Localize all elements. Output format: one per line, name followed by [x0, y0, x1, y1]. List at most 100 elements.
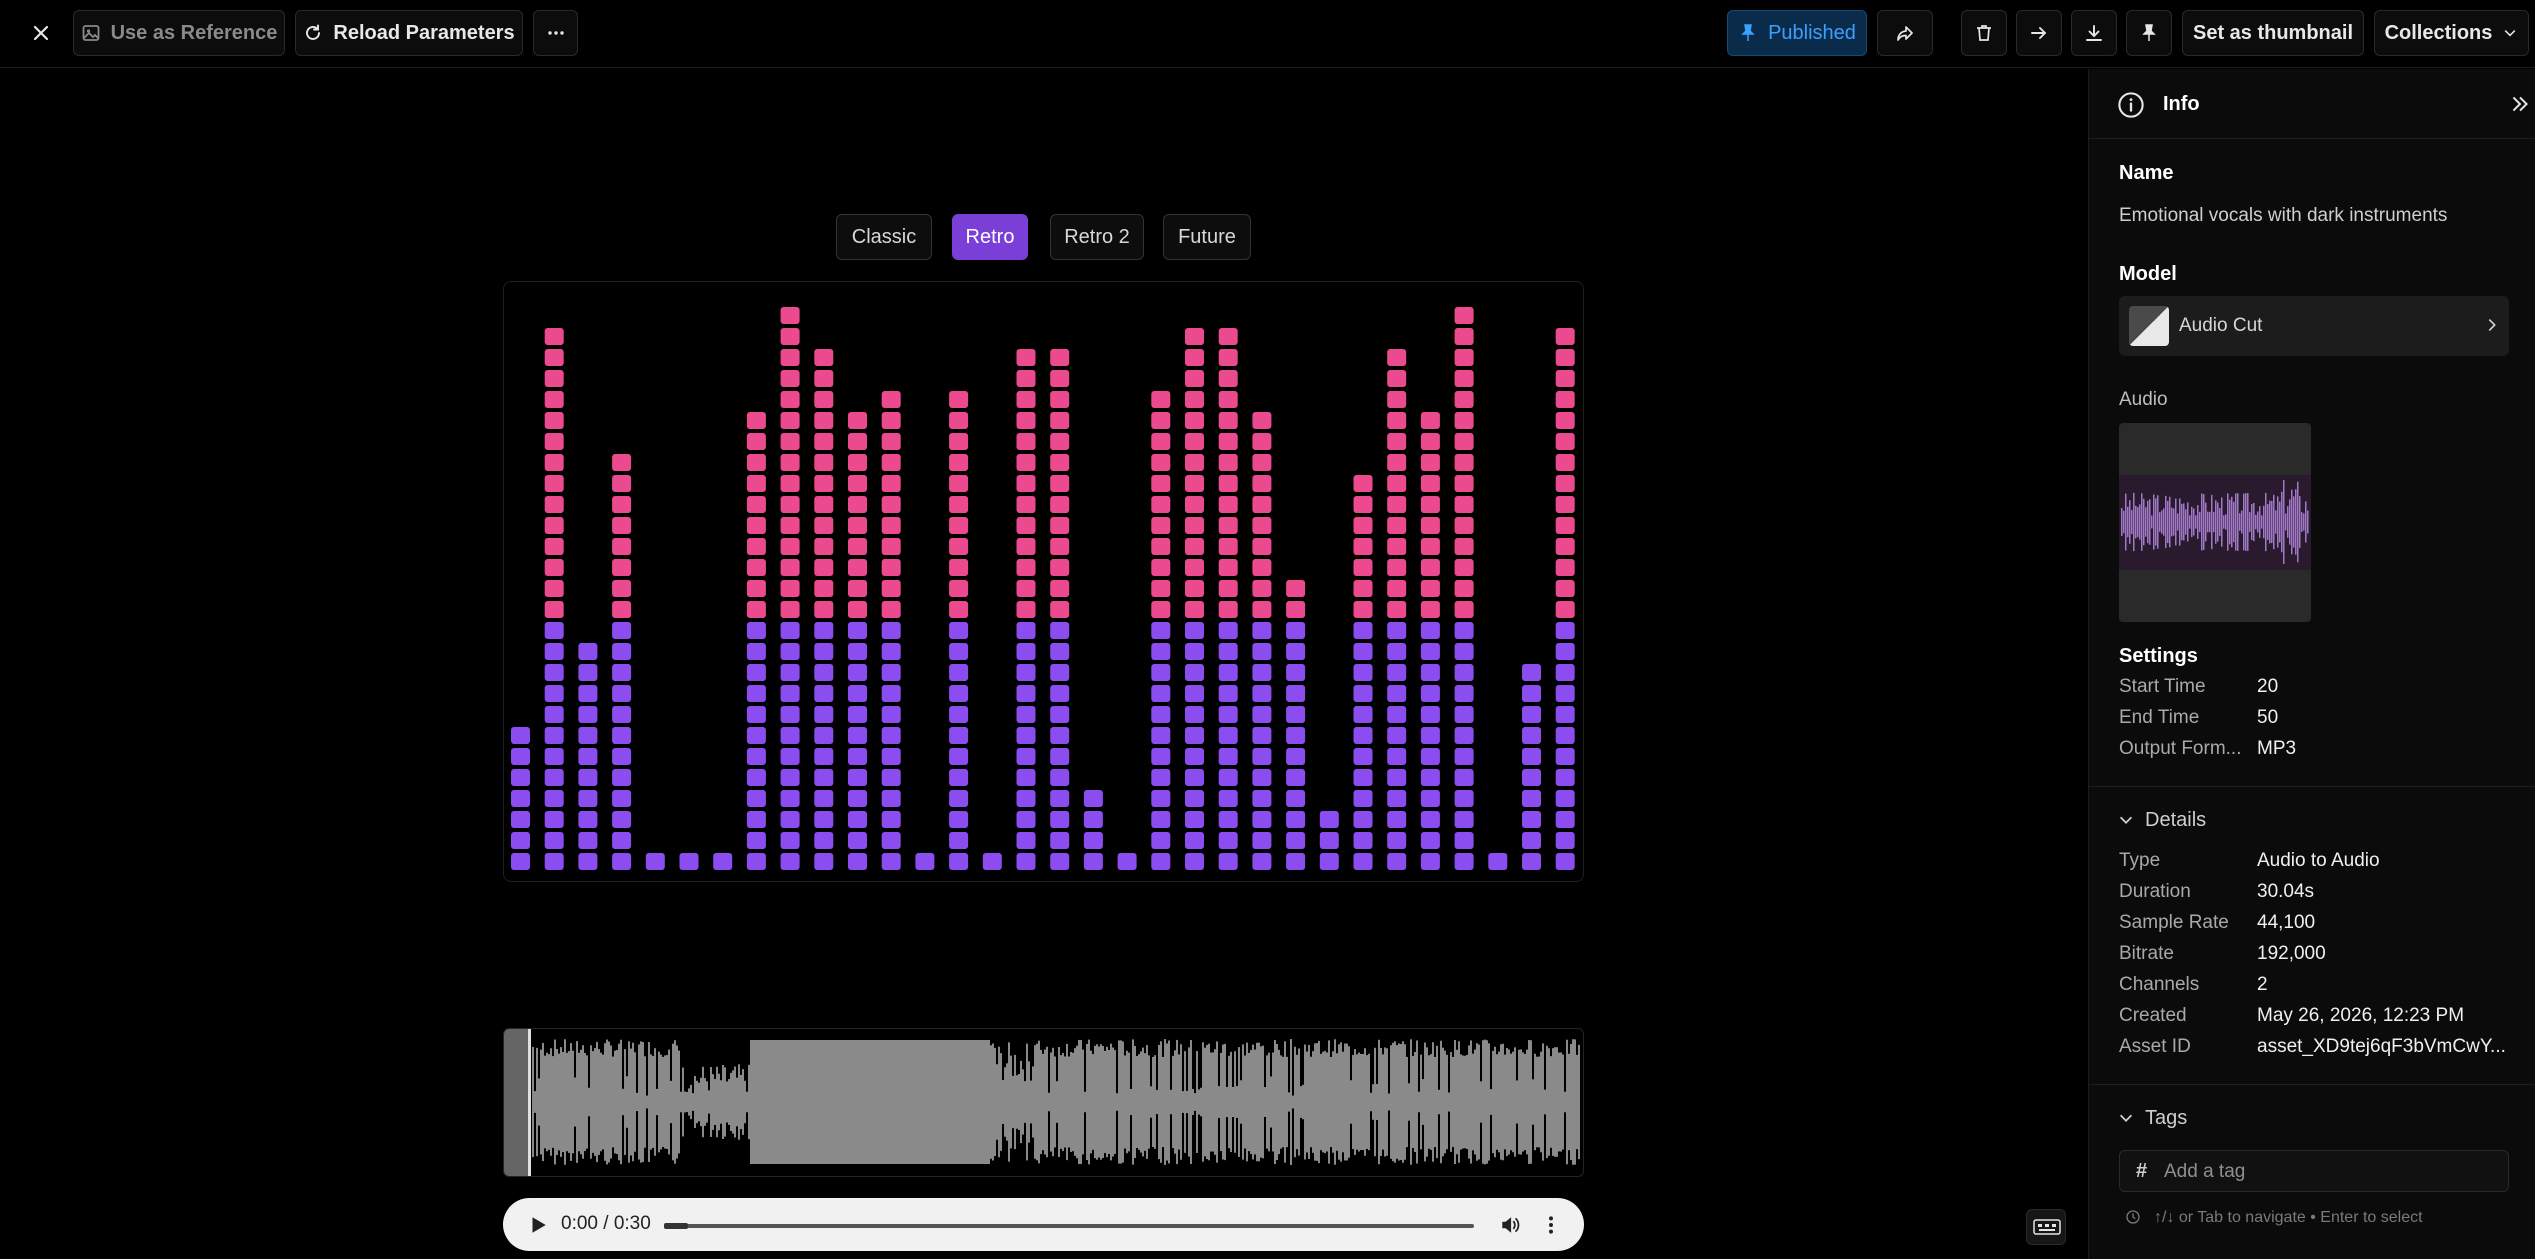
waveform-sample — [548, 1054, 550, 1150]
share-button[interactable] — [1877, 10, 1933, 56]
waveform-sample — [1304, 1044, 1306, 1160]
thumbnail-sample — [2161, 510, 2163, 534]
bar-segment — [1353, 559, 1373, 576]
bar-segment — [511, 727, 530, 744]
waveform-sample — [682, 1067, 684, 1137]
waveform-sample — [672, 1043, 674, 1161]
waveform-sample — [1230, 1051, 1232, 1153]
volume-icon[interactable] — [1499, 1214, 1521, 1236]
reload-parameters-button[interactable]: Reload Parameters — [295, 10, 523, 56]
bar-segment — [949, 391, 969, 408]
trim-handle-start[interactable] — [504, 1029, 528, 1176]
bar-segment — [1218, 580, 1238, 597]
thumbnail-sample — [2243, 493, 2245, 551]
collections-button[interactable]: Collections — [2374, 10, 2529, 56]
bar-segment — [544, 496, 564, 513]
waveform-sample — [1326, 1052, 1328, 1152]
add-tag-input[interactable]: # Add a tag — [2119, 1150, 2509, 1192]
set-as-thumbnail-button[interactable]: Set as thumbnail — [2182, 10, 2364, 56]
bar-segment — [1050, 685, 1070, 702]
waveform-sample — [1206, 1044, 1208, 1160]
detail-value: May 26, 2026, 12:23 PM — [2257, 1005, 2465, 1026]
close-button[interactable] — [18, 10, 64, 56]
bar-segment — [881, 664, 901, 681]
visualizer-bar — [544, 328, 564, 870]
keyboard-shortcuts-button[interactable] — [2026, 1209, 2066, 1245]
tab-classic[interactable]: Classic — [836, 214, 932, 260]
audio-thumbnail[interactable] — [2119, 423, 2311, 622]
use-as-reference-button[interactable]: Use as Reference — [73, 10, 285, 56]
bar-segment — [1454, 538, 1474, 555]
bar-segment — [848, 748, 867, 765]
tab-retro[interactable]: Retro — [952, 214, 1028, 260]
bar-segment — [1151, 790, 1171, 807]
bar-segment — [1151, 580, 1171, 597]
bar-segment — [881, 412, 901, 429]
playhead[interactable] — [528, 1029, 531, 1176]
bar-segment — [949, 622, 969, 639]
waveform-sample — [836, 1040, 838, 1164]
thumbnail-sample — [2227, 493, 2229, 551]
bar-segment — [544, 454, 564, 471]
bar-segment — [780, 790, 800, 807]
waveform-sample — [942, 1040, 944, 1164]
tab-retro-2[interactable]: Retro 2 — [1050, 214, 1144, 260]
bar-segment — [578, 685, 598, 702]
panel-title: Info — [2163, 93, 2200, 115]
waveform-sample — [1134, 1045, 1136, 1159]
waveform-sample — [598, 1049, 600, 1155]
waveform-sample — [790, 1040, 792, 1164]
bar-segment — [746, 748, 766, 765]
waveform-sample — [1196, 1051, 1198, 1153]
tags-section-toggle[interactable]: Tags — [2115, 1103, 2235, 1133]
bar-segment — [949, 664, 969, 681]
bar-segment — [1387, 622, 1407, 639]
waveform-sample — [1184, 1051, 1186, 1153]
bar-segment — [848, 853, 867, 870]
waveform-sample — [1022, 1069, 1024, 1135]
waveform-sample — [618, 1043, 620, 1161]
details-section-toggle[interactable]: Details — [2115, 805, 2235, 835]
bar-segment — [544, 832, 564, 849]
bar-segment — [713, 853, 733, 870]
waveform-sample — [994, 1047, 996, 1157]
waveform-sample — [1320, 1053, 1322, 1151]
bar-segment — [881, 622, 901, 639]
thumbnail-sample — [2285, 513, 2287, 531]
waveform-sample — [808, 1040, 810, 1164]
thumbnail-sample — [2263, 505, 2265, 539]
published-button[interactable]: Published — [1727, 10, 1867, 56]
bar-segment — [1016, 454, 1036, 471]
bar-segment — [780, 727, 800, 744]
play-icon[interactable] — [527, 1214, 549, 1236]
waveform-sample — [860, 1040, 862, 1164]
visualizer-bar — [848, 412, 867, 870]
waveform-sample — [536, 1047, 538, 1157]
model-selector[interactable]: Audio Cut — [2119, 296, 2509, 356]
bar-segment — [1050, 622, 1070, 639]
bar-segment — [780, 853, 800, 870]
download-button[interactable] — [2071, 10, 2117, 56]
thumbnail-sample — [2251, 504, 2253, 540]
collapse-panel-icon[interactable] — [2509, 93, 2531, 115]
seek-bar[interactable] — [664, 1223, 1474, 1229]
bar-segment — [1083, 832, 1103, 849]
bar-segment — [881, 706, 901, 723]
more-options-button[interactable] — [533, 10, 578, 56]
waveform-trimmer[interactable] — [503, 1028, 1584, 1177]
waveform-sample — [1234, 1051, 1236, 1153]
waveform-sample — [1518, 1049, 1520, 1155]
forward-button[interactable] — [2016, 10, 2062, 56]
bar-segment — [1319, 811, 1339, 828]
chevron-down-icon — [2119, 1114, 2133, 1122]
thumbnail-sample — [2299, 496, 2301, 548]
waveform-sample — [1106, 1046, 1108, 1158]
tab-future[interactable]: Future — [1163, 214, 1251, 260]
more-vertical-icon[interactable] — [1540, 1214, 1562, 1236]
asset-id-value[interactable]: asset_XD9tej6qF3bVmCwY... — [2257, 1036, 2512, 1058]
waveform-sample — [1362, 1053, 1364, 1151]
delete-button[interactable] — [1961, 10, 2007, 56]
pin-button[interactable] — [2126, 10, 2172, 56]
waveform-sample — [1148, 1055, 1150, 1149]
bar-segment — [1353, 685, 1373, 702]
